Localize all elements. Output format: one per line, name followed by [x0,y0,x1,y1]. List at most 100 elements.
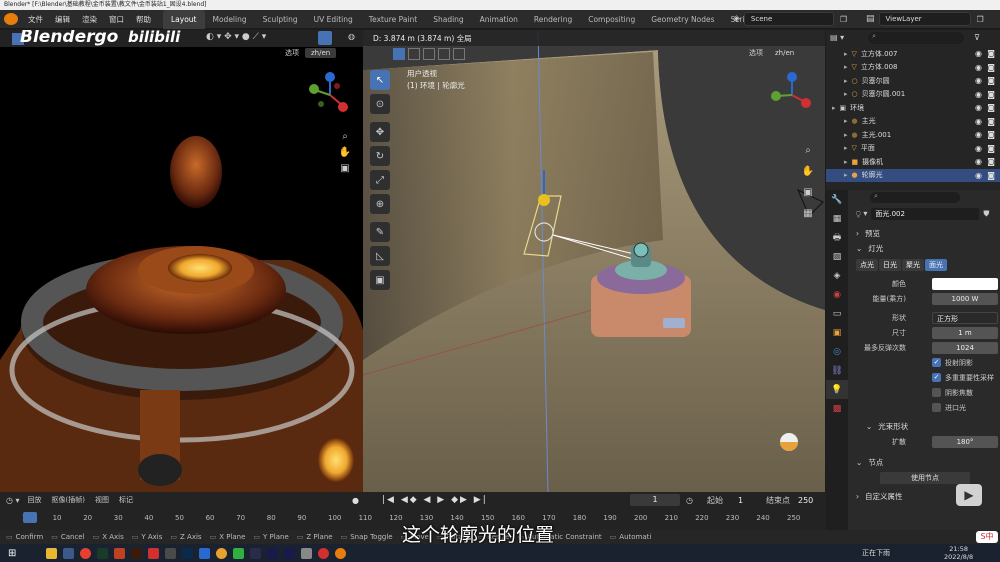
select-subtract-icon[interactable] [423,48,435,60]
viewport-grid-icon[interactable]: ▦ [800,205,816,221]
outliner-search-input[interactable]: ⌕ [868,31,965,44]
viewport-pan-icon[interactable]: ✋ [800,163,816,179]
use-nodes-button[interactable]: 使用节点 [880,471,970,484]
physics-tab-icon[interactable]: ◎ [826,342,848,361]
shadow-caustics-checkbox[interactable]: 阴影焦散 [932,388,973,398]
size-field[interactable]: 1 m [932,326,998,339]
cursor-tool-icon[interactable]: ⊙ [370,94,390,114]
app-icon[interactable] [114,547,126,559]
illustrator-icon[interactable] [131,547,143,559]
keyframe-dot-icon[interactable]: ● [352,496,359,505]
wechat-icon[interactable] [233,547,245,559]
ime-indicator-icon[interactable]: S中 [976,531,998,543]
new-scene-icon[interactable]: ❐ [840,15,847,24]
eye-icon[interactable]: ◉ [975,103,982,112]
chevron-right-icon[interactable]: ▸ [844,171,848,179]
workspace-tab[interactable]: Rendering [526,10,580,29]
viewport-zoom-icon[interactable]: ⌕ [800,142,816,158]
view-layer-icon[interactable]: ▤ [866,14,875,24]
eye-icon[interactable]: ◉ [975,157,982,166]
lang-toggle-button[interactable]: zh/en [305,48,337,58]
workspace-tab[interactable]: Texture Paint [361,10,425,29]
light-section[interactable]: ⌄ 灯光 [850,241,1000,256]
scale-tool-icon[interactable]: ⤢ [370,170,390,190]
camera-render-icon[interactable]: ◙ [987,63,995,72]
shape-dropdown[interactable]: 正方形 [932,311,998,324]
playhead[interactable] [23,512,37,523]
scene-icon[interactable]: ◈ [733,14,740,24]
datablock-name[interactable]: 面光.002 [871,208,980,220]
chevron-right-icon[interactable]: ▸ [844,90,848,98]
light-color-swatch[interactable] [932,277,998,290]
timeline-menu[interactable]: 视图 [95,495,109,505]
outliner-row[interactable]: ▸ ● 轮廓光 ◉ ◙ [826,168,1000,182]
app-icon[interactable] [97,547,109,559]
eye-icon[interactable]: ◉ [975,90,982,99]
scene-selector[interactable]: Scene [743,12,834,26]
bounces-field[interactable]: 1024 [932,341,998,354]
rotate-tool-icon[interactable]: ↻ [370,146,390,166]
chevron-right-icon[interactable]: ▸ [844,77,848,85]
outliner-display-icon[interactable]: ▤ ▾ [830,33,844,42]
chevron-right-icon[interactable]: ▸ [832,104,836,112]
light-data-tab-icon[interactable]: 💡 [826,380,848,399]
blender-taskbar-icon[interactable] [335,547,347,559]
cast-shadow-checkbox[interactable]: ✓ 投射阴影 [932,358,973,368]
workspace-tab[interactable]: Layout [163,9,205,29]
eye-icon[interactable]: ◉ [975,63,982,72]
timeline-editor-icon[interactable]: ◷ ▾ [6,496,20,505]
select-invert-icon[interactable] [438,48,450,60]
outliner-row[interactable]: ▸ ○ 贝塞尔圆 ◉ ◙ [826,74,1000,88]
outliner-row[interactable]: ▸ ▣ 环境 ◉ ◙ [826,101,1000,115]
camera-render-icon[interactable]: ◙ [987,157,995,166]
camera-render-icon[interactable]: ◙ [987,130,995,139]
camera-view-icon[interactable]: ▣ [337,160,353,176]
workspace-tab[interactable]: UV Editing [306,10,361,29]
beam-shape-section[interactable]: ⌄ 光束形状 [850,419,1000,434]
gizmo-toggle-icon[interactable] [318,31,332,45]
outliner-row[interactable]: ▸ ▽ 平面 ◉ ◙ [826,142,1000,156]
shading-mode-icon[interactable]: ◐ ▾ ✥ ▾ ● ⟋ ▾ [206,32,266,42]
timeline-menu[interactable]: 标记 [119,495,133,505]
camera-render-icon[interactable]: ◙ [987,117,995,126]
camera-render-icon[interactable]: ◙ [987,49,995,58]
chevron-right-icon[interactable]: ▸ [844,158,848,166]
navigation-gizmo[interactable] [305,70,355,120]
tool-tab-icon[interactable]: 🔧 [826,190,848,209]
portal-checkbox[interactable]: 进口光 [932,403,966,413]
properties-search-input[interactable]: ⌕ [870,191,960,203]
outliner-row[interactable]: ▸ ● 主光.001 ◉ ◙ [826,128,1000,142]
select-extend-icon[interactable] [408,48,420,60]
outliner-row[interactable]: ▸ ■ 摄像机 ◉ ◙ [826,155,1000,169]
world-tab-icon[interactable]: ◉ [826,285,848,304]
mis-checkbox[interactable]: ✓ 多重重要性采样 [932,373,994,383]
playback-controls[interactable]: |◀ ◀◆ ◀ ▶ ◆▶ ▶| [382,495,488,505]
scene-tab-icon[interactable]: ◈ [826,266,848,285]
move-tool-icon[interactable]: ✥ [370,122,390,142]
eye-icon[interactable]: ◉ [975,49,982,58]
chevron-right-icon[interactable]: ▸ [844,131,848,139]
timeline-menu[interactable]: 回放 [28,495,42,505]
power-field[interactable]: 1000 W [932,292,998,305]
outliner-row[interactable]: ▸ ● 主光 ◉ ◙ [826,115,1000,129]
end-field[interactable]: 250 [798,496,813,505]
outliner-row[interactable]: ▸ ▽ 立方体.008 ◉ ◙ [826,61,1000,75]
constraints-tab-icon[interactable]: ⛓ [826,361,848,380]
nodes-section[interactable]: ⌄ 节点 [850,455,1000,470]
viewport-lang-button[interactable]: zh/en [769,48,801,58]
viewport-camera-icon[interactable]: ▣ [800,184,816,200]
object-tab-icon[interactable]: ▣ [826,323,848,342]
view-layer-tab-icon[interactable]: ▧ [826,247,848,266]
clock-icon[interactable]: ◷ [686,496,693,505]
workspace-tab[interactable]: Sculpting [255,10,306,29]
chrome-icon[interactable] [80,547,92,559]
menu-item[interactable]: 窗口 [103,10,130,29]
collection-tab-icon[interactable]: ▭ [826,304,848,323]
workspace-tab[interactable]: Compositing [580,10,643,29]
chevron-right-icon[interactable]: ▸ [844,117,848,125]
outliner-row[interactable]: ▸ ▽ 立方体.007 ◉ ◙ [826,47,1000,61]
explorer-icon[interactable] [46,547,58,559]
annotate-tool-icon[interactable]: ✎ [370,222,390,242]
outliner-row[interactable]: ▸ ○ 贝塞尔圆.001 ◉ ◙ [826,88,1000,102]
app-icon[interactable] [301,547,313,559]
